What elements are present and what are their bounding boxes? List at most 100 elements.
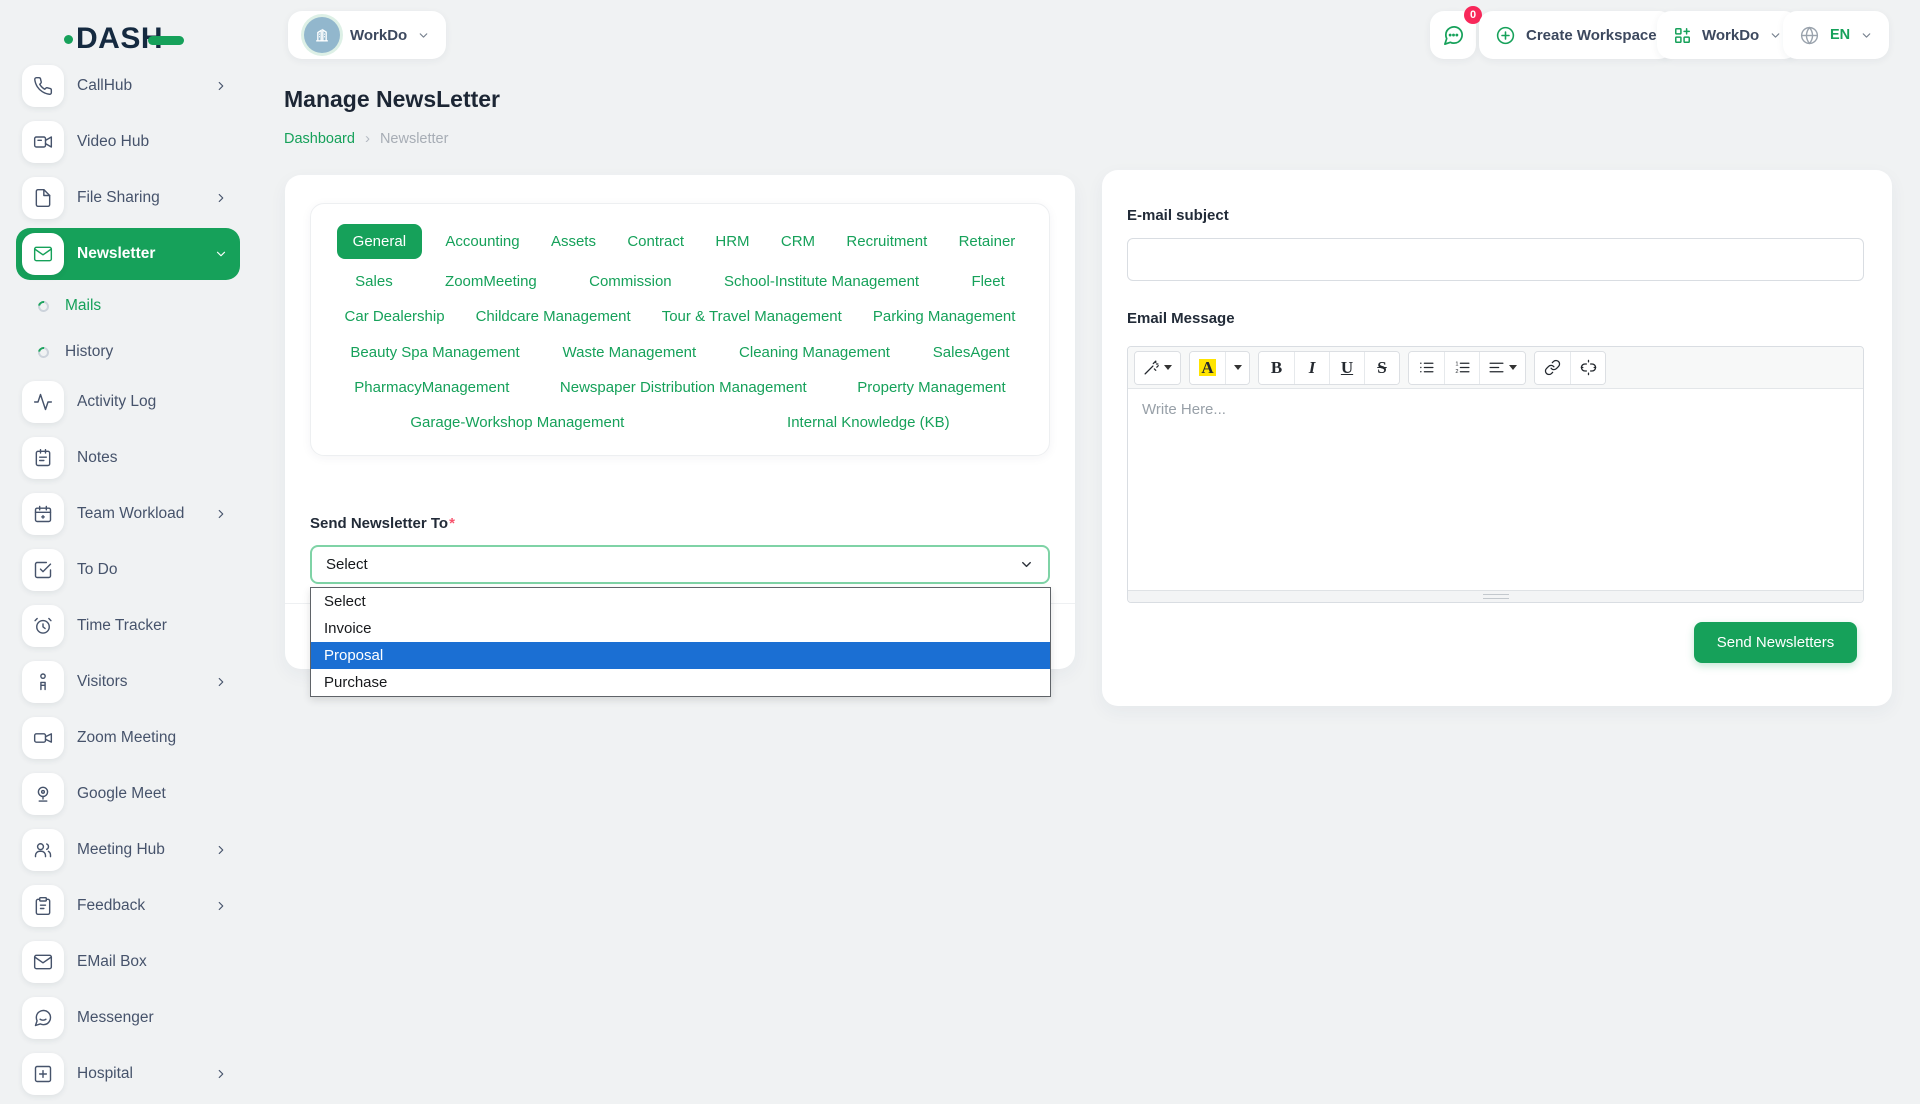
- progress-ring-icon: [36, 298, 51, 313]
- module-tab[interactable]: Beauty Spa Management: [342, 340, 527, 365]
- sidebar-item-time-tracker[interactable]: Time Tracker: [16, 600, 240, 652]
- sidebar-item-email-box[interactable]: EMail Box: [16, 936, 240, 988]
- sidebar-item-meeting-hub[interactable]: Meeting Hub: [16, 824, 240, 876]
- module-tab[interactable]: SalesAgent: [925, 340, 1018, 365]
- module-tab[interactable]: Sales: [347, 269, 401, 294]
- module-tab[interactable]: CRM: [773, 229, 823, 254]
- module-tags-card: General Accounting Assets Contract HRM C…: [310, 203, 1050, 456]
- sidebar-item-file-sharing[interactable]: File Sharing: [16, 172, 240, 224]
- align-left-icon: [1488, 359, 1505, 376]
- check-square-icon: [22, 549, 64, 591]
- dropdown-option-select[interactable]: Select: [311, 588, 1050, 615]
- dropdown-option-invoice[interactable]: Invoice: [311, 615, 1050, 642]
- email-compose-card: E-mail subject Email Message A: [1102, 170, 1892, 706]
- module-tab[interactable]: Waste Management: [555, 340, 705, 365]
- email-subject-input[interactable]: [1127, 238, 1864, 281]
- module-tab[interactable]: School-Institute Management: [716, 269, 927, 294]
- module-tab[interactable]: Accounting: [437, 229, 527, 254]
- chevron-right-icon: [214, 79, 228, 93]
- plus-square-icon: [22, 1053, 64, 1095]
- sidebar-item-visitors[interactable]: Visitors: [16, 656, 240, 708]
- module-tab[interactable]: ZoomMeeting: [437, 269, 545, 294]
- sidebar-item-messenger[interactable]: Messenger: [16, 992, 240, 1044]
- module-tab[interactable]: Tour & Travel Management: [654, 304, 850, 329]
- sidebar-subitem-mails[interactable]: Mails: [16, 284, 240, 328]
- module-tab[interactable]: Fleet: [963, 269, 1012, 294]
- module-tab[interactable]: Property Management: [849, 375, 1013, 400]
- module-tab[interactable]: Commission: [581, 269, 680, 294]
- select-value: Select: [326, 556, 368, 573]
- unordered-list-button[interactable]: [1409, 352, 1444, 384]
- font-color-icon: A: [1199, 359, 1215, 376]
- sidebar-item-zoom-meeting[interactable]: Zoom Meeting: [16, 712, 240, 764]
- globe-icon: [1799, 25, 1820, 46]
- module-tab[interactable]: Garage-Workshop Management: [402, 410, 632, 435]
- breadcrumb: Dashboard › Newsletter: [284, 130, 448, 147]
- module-tab[interactable]: Childcare Management: [468, 304, 639, 329]
- activity-icon: [22, 381, 64, 423]
- workspace-switcher[interactable]: WorkDo: [288, 11, 446, 59]
- unlink-button[interactable]: [1570, 352, 1605, 384]
- clipboard-icon: [22, 885, 64, 927]
- ordered-list-button[interactable]: 1 2: [1444, 352, 1479, 384]
- create-workspace-button[interactable]: Create Workspace: [1479, 11, 1673, 59]
- paragraph-align-button[interactable]: [1479, 352, 1525, 384]
- page-title: Manage NewsLetter: [284, 86, 500, 113]
- bold-button[interactable]: B: [1259, 352, 1294, 384]
- module-tab[interactable]: Retainer: [951, 229, 1024, 254]
- module-tab[interactable]: HRM: [707, 229, 757, 254]
- sidebar-item-video-hub[interactable]: Video Hub: [16, 116, 240, 168]
- sidebar-item-google-meet[interactable]: Google Meet: [16, 768, 240, 820]
- rich-text-editor: A B I U S: [1127, 346, 1864, 603]
- magic-style-button[interactable]: [1135, 352, 1180, 384]
- notebook-icon: [22, 437, 64, 479]
- send-newsletters-button[interactable]: Send Newsletters: [1694, 622, 1857, 663]
- underline-button[interactable]: U: [1329, 352, 1364, 384]
- chevron-right-icon: [214, 675, 228, 689]
- sidebar-item-newsletter[interactable]: Newsletter: [16, 228, 240, 280]
- sidebar-item-feedback[interactable]: Feedback: [16, 880, 240, 932]
- module-tab[interactable]: Cleaning Management: [731, 340, 898, 365]
- module-tab[interactable]: Car Dealership: [337, 304, 453, 329]
- strikethrough-button[interactable]: S: [1364, 352, 1399, 384]
- sidebar-item-notes[interactable]: Notes: [16, 432, 240, 484]
- font-color-dropdown-button[interactable]: [1225, 352, 1249, 384]
- chevron-right-icon: [214, 1067, 228, 1081]
- sidebar-item-to-do[interactable]: To Do: [16, 544, 240, 596]
- module-tab-general[interactable]: General: [337, 224, 422, 259]
- chat-bubble-icon: [1442, 24, 1465, 47]
- dash-logo[interactable]: DASH: [64, 22, 184, 56]
- dropdown-option-proposal[interactable]: Proposal: [311, 642, 1050, 669]
- module-tab[interactable]: Recruitment: [838, 229, 935, 254]
- workspace-avatar: [304, 17, 340, 53]
- sidebar-item-hospital[interactable]: Hospital: [16, 1048, 240, 1100]
- editor-content-area[interactable]: Write Here...: [1128, 389, 1863, 590]
- chevron-down-icon: [1769, 29, 1782, 42]
- sidebar-item-activity-log[interactable]: Activity Log: [16, 376, 240, 428]
- send-to-select[interactable]: Select: [310, 545, 1050, 584]
- breadcrumb-dashboard-link[interactable]: Dashboard: [284, 131, 355, 147]
- workspace-menu[interactable]: WorkDo: [1657, 11, 1798, 59]
- svg-text:1: 1: [1455, 361, 1458, 367]
- module-tab[interactable]: PharmacyManagement: [346, 375, 517, 400]
- workspace-name: WorkDo: [350, 27, 407, 44]
- file-icon: [22, 177, 64, 219]
- messages-button[interactable]: 0: [1430, 11, 1476, 59]
- editor-resize-handle[interactable]: [1128, 590, 1863, 602]
- tag-row: PharmacyManagement Newspaper Distributio…: [329, 375, 1031, 400]
- module-tab[interactable]: Parking Management: [865, 304, 1024, 329]
- sidebar-item-callhub[interactable]: CallHub: [16, 60, 240, 112]
- language-selector[interactable]: EN: [1783, 11, 1889, 59]
- module-tab[interactable]: Assets: [543, 229, 604, 254]
- tag-row: Beauty Spa Management Waste Management C…: [329, 340, 1031, 365]
- font-color-button[interactable]: A: [1190, 352, 1225, 384]
- dropdown-option-purchase[interactable]: Purchase: [311, 669, 1050, 696]
- module-tab[interactable]: Contract: [619, 229, 692, 254]
- sidebar-item-team-workload[interactable]: Team Workload: [16, 488, 240, 540]
- color-group: A: [1189, 351, 1250, 385]
- module-tab[interactable]: Internal Knowledge (KB): [779, 410, 958, 435]
- italic-button[interactable]: I: [1294, 352, 1329, 384]
- sidebar-subitem-history[interactable]: History: [16, 330, 240, 374]
- module-tab[interactable]: Newspaper Distribution Management: [552, 375, 815, 400]
- insert-link-button[interactable]: [1535, 352, 1570, 384]
